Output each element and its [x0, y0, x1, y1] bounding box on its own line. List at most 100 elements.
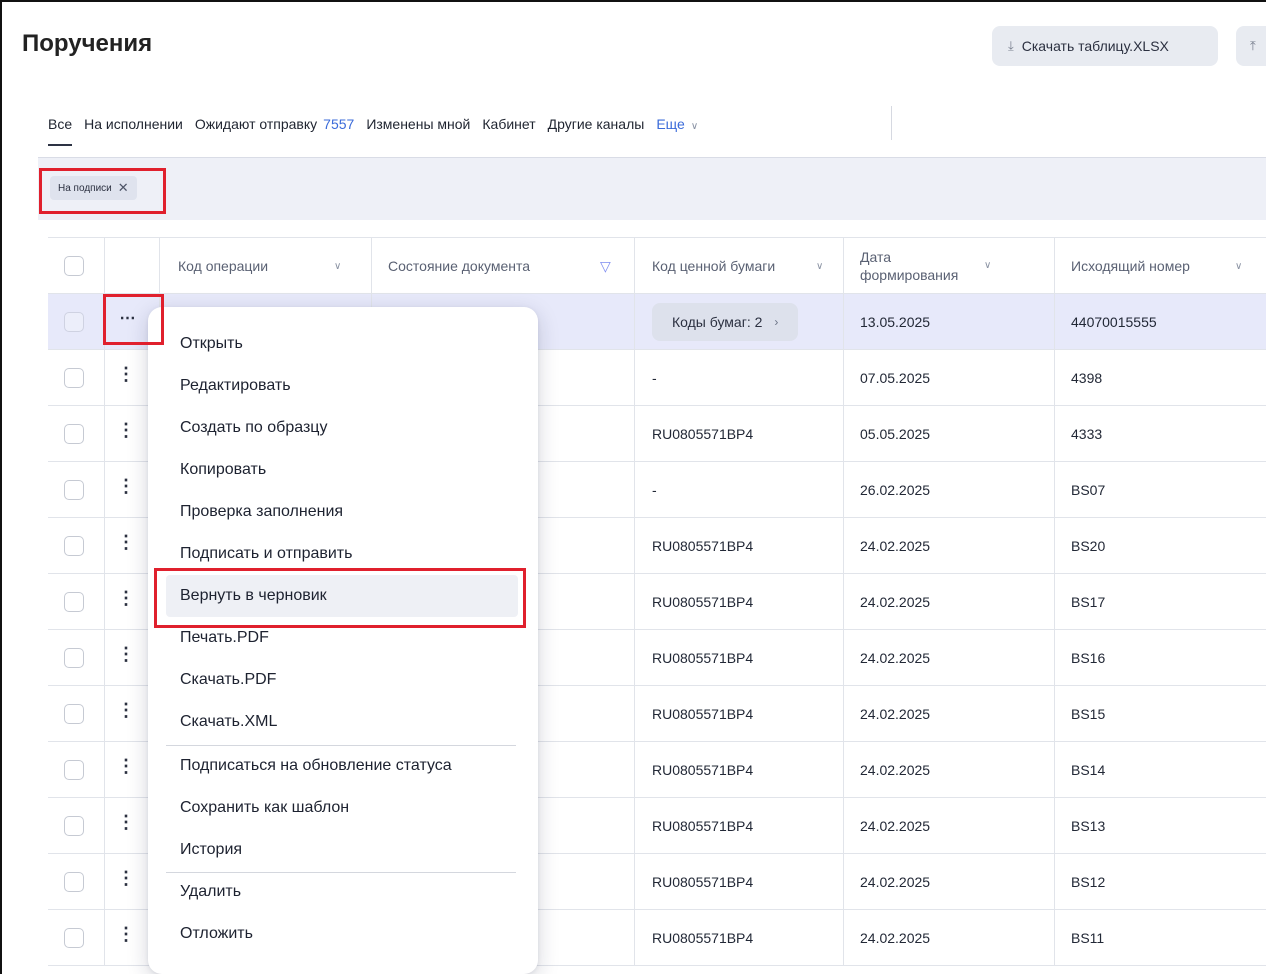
column-divider: [843, 462, 844, 517]
tab-in-progress[interactable]: На исполнении: [84, 116, 183, 132]
date-cell: 13.05.2025: [860, 313, 931, 330]
date-cell: 05.05.2025: [860, 425, 931, 442]
more-vertical-icon[interactable]: ⋮: [114, 756, 138, 777]
more-vertical-icon[interactable]: ⋮: [114, 644, 138, 665]
more-vertical-icon[interactable]: ⋮: [114, 812, 138, 833]
header-operation-code[interactable]: Код операции ∨: [178, 238, 370, 294]
menu-item-download-xml[interactable]: Скачать.XML: [180, 713, 277, 731]
tab-cabinet[interactable]: Кабинет: [482, 116, 535, 132]
column-divider: [104, 798, 105, 853]
table-header: Код операции ∨ Состояние документа ▽ Код ц…: [48, 237, 1266, 294]
header-date[interactable]: Дата формирования ∨: [860, 238, 1020, 294]
column-divider: [104, 854, 105, 909]
menu-item-download-pdf[interactable]: Скачать.PDF: [180, 671, 276, 689]
security-code-cell: -: [652, 369, 657, 386]
security-code-cell: RU0805571BP4: [652, 929, 754, 946]
filter-icon[interactable]: ▽: [600, 258, 611, 275]
chevron-down-icon: ∨: [816, 260, 824, 272]
row-checkbox[interactable]: [64, 312, 84, 332]
row-checkbox[interactable]: [64, 704, 84, 724]
header-document-state[interactable]: Состояние документа ▽: [388, 238, 644, 294]
column-divider: [634, 686, 635, 741]
column-divider: [843, 350, 844, 405]
tab-changed-by-me[interactable]: Изменены мной: [366, 116, 470, 132]
select-all-checkbox[interactable]: [64, 256, 84, 276]
more-vertical-icon[interactable]: ⋮: [114, 420, 138, 441]
tab-other-channels[interactable]: Другие каналы: [548, 116, 645, 132]
column-divider: [843, 686, 844, 741]
more-vertical-icon[interactable]: ⋮: [114, 588, 138, 609]
date-cell: 24.02.2025: [860, 705, 931, 722]
row-checkbox[interactable]: [64, 928, 84, 948]
column-divider: [1054, 294, 1055, 349]
download-xlsx-label: Скачать таблицу.XLSX: [1021, 38, 1169, 54]
menu-item-subscribe-status[interactable]: Подписаться на обновление статуса: [180, 757, 452, 775]
security-code-cell: RU0805571BP4: [652, 593, 754, 610]
menu-item-return-to-draft[interactable]: Вернуть в черновик: [180, 587, 327, 605]
tab-more[interactable]: Еще ∨: [656, 116, 698, 132]
outgoing-number-cell: BS14: [1071, 761, 1106, 778]
outgoing-number-cell: BS20: [1071, 537, 1106, 554]
menu-item-open[interactable]: Открыть: [180, 335, 243, 353]
row-checkbox[interactable]: [64, 480, 84, 500]
row-checkbox[interactable]: [64, 648, 84, 668]
more-vertical-icon[interactable]: ⋮: [114, 476, 138, 497]
row-checkbox[interactable]: [64, 592, 84, 612]
menu-item-delete[interactable]: Удалить: [180, 883, 241, 901]
row-checkbox[interactable]: [64, 424, 84, 444]
more-horizontal-icon[interactable]: ⋯: [114, 308, 142, 328]
tab-awaiting-send-count: 7557: [323, 116, 355, 132]
column-divider: [843, 238, 844, 294]
menu-item-postpone[interactable]: Отложить: [180, 925, 253, 943]
menu-item-check-filling[interactable]: Проверка заполнения: [180, 503, 343, 521]
row-checkbox[interactable]: [64, 536, 84, 556]
download-icon: ⤓: [1008, 38, 1014, 53]
more-vertical-icon[interactable]: ⋮: [114, 364, 138, 385]
tab-all[interactable]: Все: [48, 116, 73, 146]
upload-icon: ⤒: [1250, 38, 1256, 53]
security-code-cell: RU0805571BP4: [652, 761, 754, 778]
menu-item-create-from-template[interactable]: Создать по образцу: [180, 419, 327, 437]
menu-item-print-pdf[interactable]: Печать.PDF: [180, 629, 269, 647]
column-divider: [104, 350, 105, 405]
outgoing-number-cell: BS13: [1071, 817, 1106, 834]
column-divider: [843, 742, 844, 797]
more-vertical-icon[interactable]: ⋮: [114, 532, 138, 553]
column-divider: [1054, 462, 1055, 517]
column-divider: [843, 910, 844, 965]
upload-button[interactable]: ⤒: [1236, 26, 1266, 66]
header-security-code[interactable]: Код ценной бумаги ∨: [652, 238, 842, 294]
more-vertical-icon[interactable]: ⋮: [114, 924, 138, 945]
column-divider: [1054, 238, 1055, 294]
security-codes-button[interactable]: Коды бумаг: 2 ›: [652, 302, 799, 341]
column-divider: [634, 574, 635, 629]
outgoing-number-cell: BS11: [1071, 929, 1105, 946]
row-checkbox[interactable]: [64, 368, 84, 388]
filter-chip[interactable]: На подписи ✕: [50, 176, 137, 200]
column-divider: [843, 854, 844, 909]
row-checkbox[interactable]: [64, 872, 84, 892]
date-cell: 24.02.2025: [860, 761, 931, 778]
download-xlsx-button[interactable]: ⤓ Скачать таблицу.XLSX: [992, 26, 1218, 66]
menu-item-save-as-template[interactable]: Сохранить как шаблон: [180, 799, 349, 817]
header-outgoing-number[interactable]: Исходящий номер ∨: [1071, 238, 1261, 294]
security-code-cell: Коды бумаг: 2 ›: [652, 294, 799, 349]
date-cell: 24.02.2025: [860, 593, 931, 610]
column-divider: [371, 238, 372, 294]
more-vertical-icon[interactable]: ⋮: [114, 700, 138, 721]
security-code-cell: RU0805571BP4: [652, 425, 754, 442]
menu-item-sign-and-send[interactable]: Подписать и отправить: [180, 545, 352, 563]
menu-item-copy[interactable]: Копировать: [180, 461, 266, 479]
menu-item-history[interactable]: История: [180, 841, 242, 859]
row-checkbox[interactable]: [64, 816, 84, 836]
menu-item-edit[interactable]: Редактировать: [180, 377, 291, 395]
column-divider: [1054, 630, 1055, 685]
close-icon[interactable]: ✕: [118, 180, 129, 196]
more-vertical-icon[interactable]: ⋮: [114, 868, 138, 889]
row-checkbox[interactable]: [64, 760, 84, 780]
outgoing-number-cell: BS15: [1071, 705, 1106, 722]
column-divider: [1054, 798, 1055, 853]
column-divider: [843, 294, 844, 349]
tab-awaiting-send[interactable]: Ожидают отправку 7557: [195, 116, 354, 132]
column-divider: [104, 518, 105, 573]
